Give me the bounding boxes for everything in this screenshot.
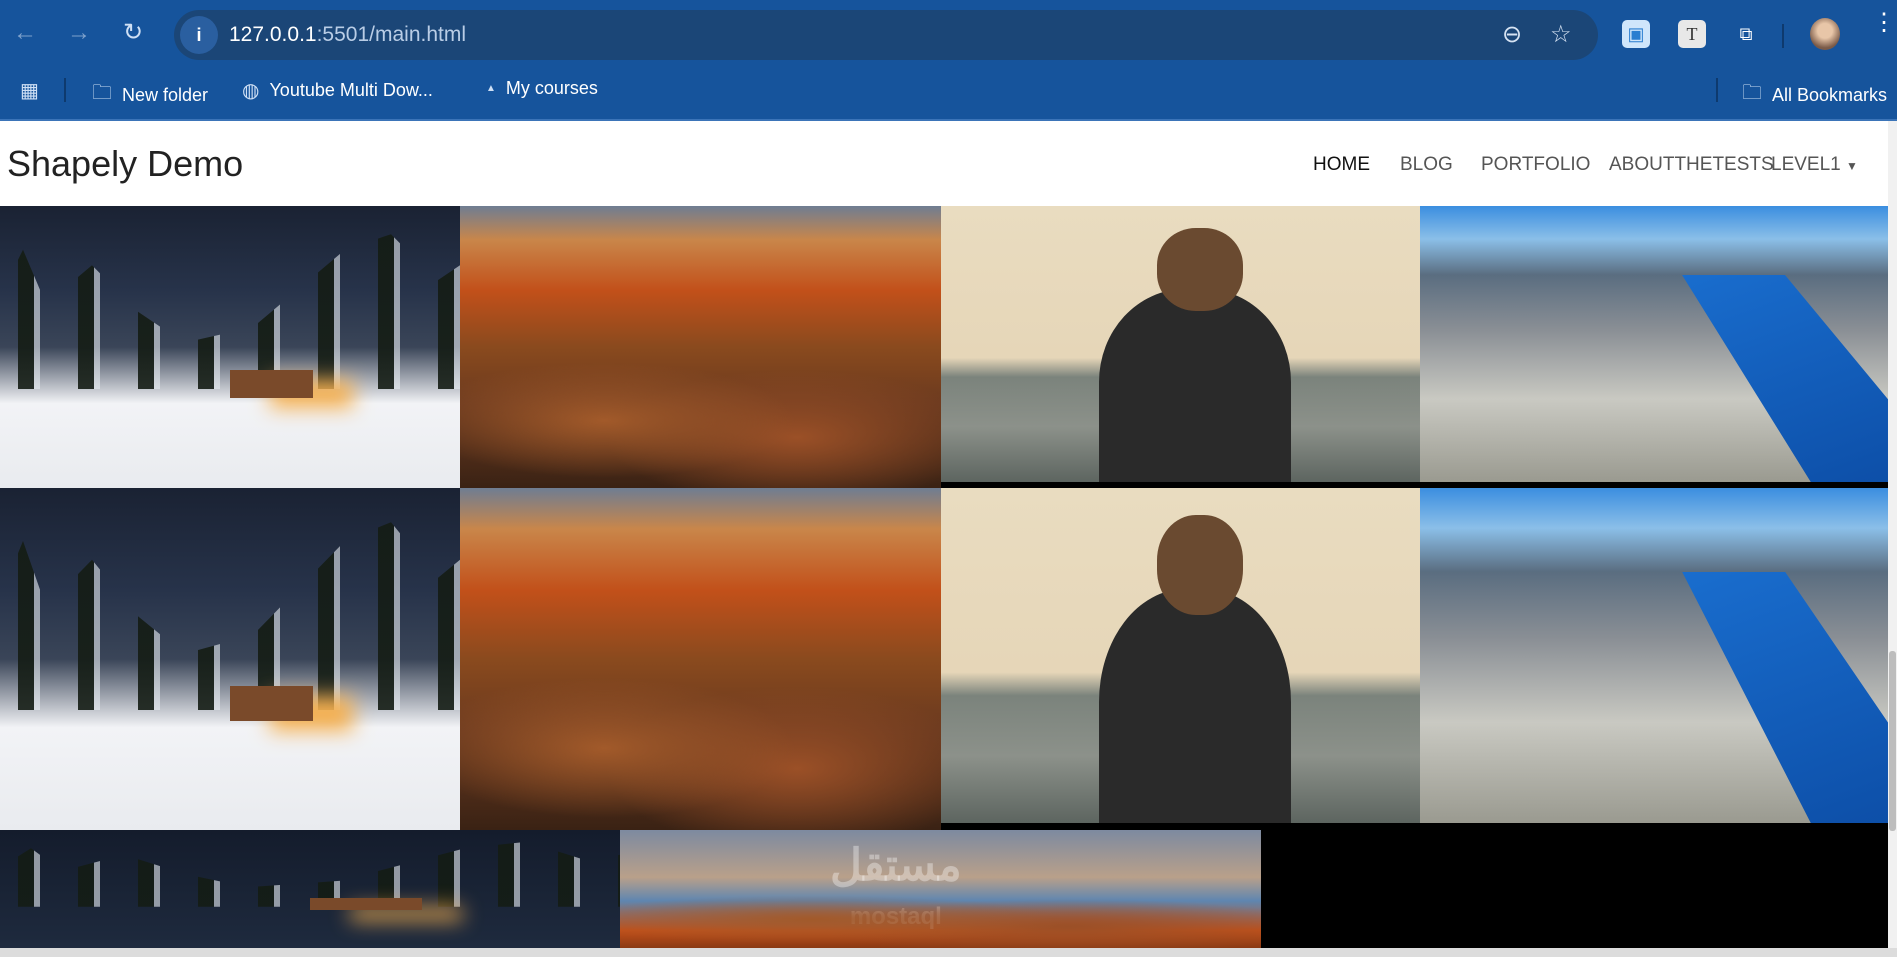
site-logo[interactable]: Shapely Demo (7, 143, 243, 185)
address-bar[interactable]: i 127.0.0.1:5501/main.html ⊖ ☆ (174, 10, 1598, 60)
extensions-puzzle-icon[interactable]: ⧉ (1732, 20, 1760, 48)
bookmarks-divider (64, 78, 66, 102)
page-scrollbar[interactable] (1888, 121, 1897, 948)
bookmark-label: Youtube Multi Dow... (269, 80, 433, 100)
bookmark-label: My courses (505, 78, 598, 98)
nav-blog[interactable]: BLOG (1400, 154, 1453, 176)
forward-button[interactable]: → (64, 18, 94, 48)
gallery-gap (941, 823, 1888, 830)
bookmark-label: New folder (122, 84, 209, 105)
url-path: :5501/main.html (316, 23, 467, 46)
image-extension-icon[interactable]: ▣ (1622, 20, 1650, 48)
text-extension-icon[interactable]: T (1678, 20, 1706, 48)
scrollbar-thumb[interactable] (1889, 651, 1896, 831)
apps-grid-icon[interactable]: ▦ (20, 78, 39, 103)
bookmark-new-folder[interactable]: 🗀 New folder (92, 78, 208, 112)
site-header: Shapely Demo HOME BLOG PORTFOLIO ABOUTTH… (0, 121, 1888, 206)
gallery-image-cabin[interactable] (0, 830, 620, 948)
toolbar-divider (1782, 24, 1784, 48)
gallery-image-fjord[interactable] (1420, 488, 1888, 823)
gallery-image-person[interactable] (941, 488, 1420, 823)
all-bookmarks-label: All Bookmarks (1772, 84, 1888, 105)
gallery-image-person[interactable] (941, 206, 1420, 482)
bookmarks-divider (1716, 78, 1718, 102)
menu-kebab-icon[interactable]: ⋮ (1872, 11, 1896, 35)
profile-avatar[interactable] (1810, 18, 1840, 50)
gallery-image-canyon[interactable]: مستقل mostaql (620, 830, 1261, 948)
gallery-image-canyon[interactable] (460, 206, 941, 488)
browser-toolbar: ← → ↻ i 127.0.0.1:5501/main.html ⊖ ☆ ▣ T… (0, 0, 1897, 121)
all-bookmarks-button[interactable]: 🗀 All Bookmarks (1742, 78, 1887, 112)
bookmark-star-icon[interactable]: ☆ (1550, 20, 1572, 49)
bookmark-youtube-multi[interactable]: ◍ Youtube Multi Dow... (242, 78, 433, 103)
url-host: 127.0.0.1 (229, 23, 317, 46)
nav-aboutthetests[interactable]: ABOUTTHETESTS (1609, 154, 1774, 176)
nav-portfolio[interactable]: PORTFOLIO (1481, 154, 1590, 176)
gallery-image-cabin[interactable] (0, 206, 460, 488)
back-button[interactable]: ← (10, 18, 40, 48)
url-text[interactable]: 127.0.0.1:5501/main.html (229, 23, 466, 47)
gallery-image-cabin[interactable] (0, 488, 460, 830)
bookmark-favicon: ▲ (486, 83, 496, 94)
caret-down-icon: ▼ (1846, 159, 1858, 173)
bottom-edge (0, 948, 1897, 957)
folder-icon: 🗀 (1742, 82, 1762, 104)
gallery-empty-area (1261, 830, 1888, 948)
nav-home[interactable]: HOME (1313, 154, 1370, 176)
bookmark-my-courses[interactable]: ▲ My courses (486, 78, 598, 99)
nav-level1-dropdown[interactable]: LEVEL1 ▼ (1771, 154, 1858, 176)
folder-icon: 🗀 (92, 82, 112, 104)
globe-icon: ◍ (242, 80, 260, 102)
nav-level1-label: LEVEL1 (1771, 154, 1841, 175)
zoom-out-icon[interactable]: ⊖ (1502, 20, 1522, 49)
site-info-icon[interactable]: i (180, 16, 218, 54)
gallery-image-canyon[interactable] (460, 488, 941, 830)
gallery-image-fjord[interactable] (1420, 206, 1888, 482)
watermark-logo: مستقل mostaql (830, 841, 962, 930)
reload-button[interactable]: ↻ (118, 18, 148, 48)
